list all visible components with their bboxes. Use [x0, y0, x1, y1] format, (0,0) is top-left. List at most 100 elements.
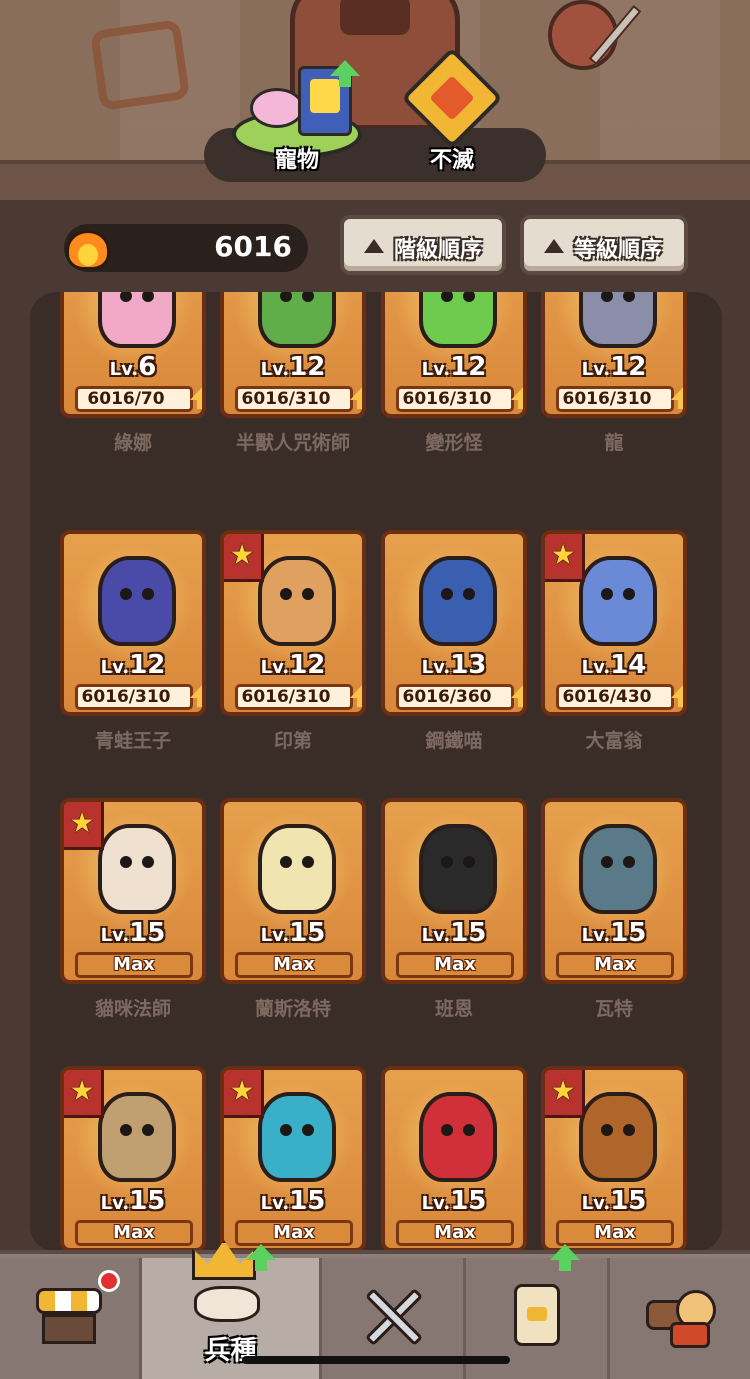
- upgrade-arrow-icon: [190, 386, 202, 409]
- unit-level: Lv.12: [385, 352, 523, 382]
- progress-text: 6016/310: [81, 687, 171, 707]
- unit-card[interactable]: Lv.12 6016/310: [541, 292, 687, 418]
- unit-portrait-icon: [419, 292, 497, 348]
- unit-card[interactable]: Lv.15 Max: [541, 798, 687, 984]
- max-level-bar: Max: [396, 1220, 514, 1246]
- upgrade-arrow-icon: [550, 1244, 580, 1271]
- notification-badge: [98, 1270, 120, 1292]
- progress-text: Max: [113, 954, 155, 975]
- level-prefix: Lv.: [109, 359, 139, 380]
- level-number: 15: [129, 918, 166, 948]
- wall-emblem-icon: [89, 19, 191, 111]
- unit-portrait-icon: [258, 556, 336, 646]
- star-icon: ★: [69, 1074, 95, 1107]
- tab-pets-label[interactable]: 寵物: [237, 142, 357, 174]
- unit-portrait-icon: [419, 556, 497, 646]
- unit-card[interactable]: ★ Lv.15 Max: [60, 798, 206, 984]
- unit-portrait-icon: [258, 1092, 336, 1182]
- level-number: 15: [610, 918, 647, 948]
- progress-text: Max: [594, 1222, 636, 1243]
- unit-portrait-icon: [98, 824, 176, 914]
- unit-level: Lv.15: [385, 1186, 523, 1216]
- star-icon: ★: [550, 538, 576, 571]
- upgrade-progress-bar: 6016/360: [396, 684, 514, 710]
- unit-card[interactable]: Lv.15 Max: [220, 798, 366, 984]
- nav-shop[interactable]: [0, 1258, 142, 1379]
- upgrade-progress-bar: 6016/310: [396, 386, 514, 412]
- level-number: 12: [610, 352, 647, 382]
- upgrade-progress-bar: 6016/310: [556, 386, 674, 412]
- card-icon: [502, 1280, 572, 1350]
- unit-card[interactable]: ★ Lv.15 Max: [220, 1066, 366, 1252]
- immortal-tab-icon[interactable]: [401, 47, 503, 152]
- upgrade-arrow-icon: [190, 684, 202, 707]
- unit-name: 變形怪: [425, 432, 483, 454]
- unit-grid: Lv.6 6016/70 綠娜 Lv.12 6016/310 半獸人咒術師 Lv.12 601…: [30, 292, 722, 1252]
- crossed-swords-icon: [358, 1280, 428, 1350]
- sort-by-level-label: 等級順序: [574, 238, 663, 263]
- level-prefix: Lv.: [581, 359, 611, 380]
- unit-level: Lv.12: [545, 352, 683, 382]
- inventory-icon: [646, 1280, 716, 1350]
- unit-card[interactable]: Lv.12 6016/310: [381, 292, 527, 418]
- level-number: 15: [450, 918, 487, 948]
- unit-card[interactable]: Lv.15 Max: [381, 1066, 527, 1252]
- sort-by-rank-button[interactable]: 階級順序: [340, 215, 506, 275]
- progress-text: 6016/310: [241, 389, 331, 409]
- sort-by-level-button[interactable]: 等級順序: [520, 215, 688, 275]
- unit-portrait-icon: [579, 556, 657, 646]
- level-number: 6: [138, 352, 157, 382]
- level-number: 12: [129, 650, 166, 680]
- tab-immortal-label[interactable]: 不滅: [392, 142, 512, 174]
- upgrade-arrow-icon: [350, 386, 362, 409]
- unit-card[interactable]: ★ Lv.12 6016/310: [220, 530, 366, 716]
- progress-text: 6016/310: [241, 687, 331, 707]
- progress-text: 6016/310: [562, 389, 652, 409]
- upgrade-progress-bar: 6016/310: [75, 684, 193, 710]
- unit-portrait-icon: [258, 824, 336, 914]
- level-prefix: Lv.: [421, 925, 451, 946]
- unit-level: Lv.12: [224, 650, 362, 680]
- unit-card[interactable]: ★ Lv.15 Max: [541, 1066, 687, 1252]
- nav-inventory[interactable]: [610, 1258, 750, 1379]
- level-prefix: Lv.: [100, 657, 130, 678]
- unit-name: 青蛙王子: [94, 730, 171, 752]
- home-indicator[interactable]: [242, 1356, 510, 1364]
- unit-card[interactable]: Lv.6 6016/70: [60, 292, 206, 418]
- unit-portrait-icon: [579, 292, 657, 348]
- star-flag-icon: ★: [64, 802, 104, 850]
- progress-text: Max: [113, 1222, 155, 1243]
- unit-card[interactable]: ★ Lv.15 Max: [60, 1066, 206, 1252]
- level-prefix: Lv.: [421, 359, 451, 380]
- sort-triangle-icon: [544, 239, 564, 253]
- max-level-bar: Max: [75, 952, 193, 978]
- unit-name: 貓咪法師: [94, 998, 171, 1020]
- upgrade-arrow-icon: [350, 684, 362, 707]
- level-prefix: Lv.: [581, 925, 611, 946]
- unit-card[interactable]: Lv.12 6016/310: [60, 530, 206, 716]
- unit-card[interactable]: ★ Lv.14 6016/430: [541, 530, 687, 716]
- fire-icon: [66, 220, 110, 270]
- star-icon: ★: [69, 806, 95, 839]
- unit-card[interactable]: Lv.12 6016/310: [220, 292, 366, 418]
- max-level-bar: Max: [75, 1220, 193, 1246]
- level-prefix: Lv.: [260, 657, 290, 678]
- cloth-icon: [194, 1286, 260, 1322]
- unit-portrait-icon: [579, 824, 657, 914]
- star-flag-icon: ★: [64, 1070, 104, 1118]
- level-number: 15: [289, 918, 326, 948]
- max-level-bar: Max: [556, 1220, 674, 1246]
- unit-level: Lv.12: [224, 352, 362, 382]
- level-number: 15: [289, 1186, 326, 1216]
- level-number: 12: [289, 650, 326, 680]
- progress-text: 6016/360: [402, 687, 492, 707]
- upgrade-arrow-icon: [511, 684, 523, 707]
- unit-card[interactable]: Lv.13 6016/360: [381, 530, 527, 716]
- upgrade-progress-bar: 6016/70: [75, 386, 193, 412]
- upgrade-arrow-icon: [671, 684, 683, 707]
- unit-card[interactable]: Lv.15 Max: [381, 798, 527, 984]
- progress-text: 6016/430: [562, 687, 652, 707]
- level-prefix: Lv.: [581, 1193, 611, 1214]
- sort-by-rank-label: 階級順序: [394, 238, 483, 263]
- unit-name: 印第: [273, 730, 312, 752]
